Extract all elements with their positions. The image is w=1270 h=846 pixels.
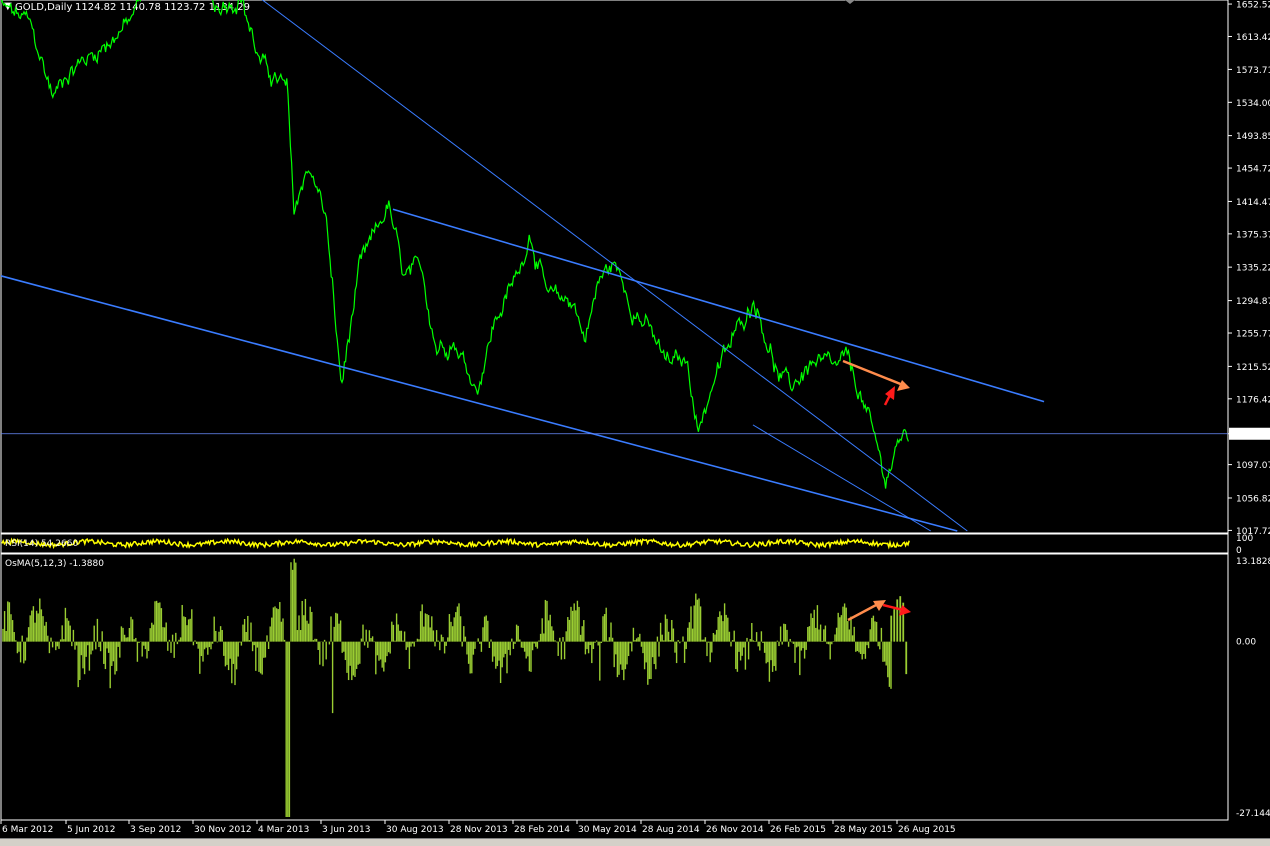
y-tick-label: 1134.29 [1234, 430, 1270, 440]
y-tick-label: 1176.42 [1236, 395, 1270, 405]
x-tick-label: 28 Feb 2014 [514, 825, 570, 835]
osma-pane-frame [0, 553, 1229, 821]
y-tick-label: 1613.42 [1236, 33, 1270, 43]
osma-y-label: 0.00 [1236, 638, 1256, 648]
x-tick-label: 26 Nov 2014 [706, 825, 764, 835]
gold-daily-chart: ▼ GOLD,Daily 1124.82 1140.78 1123.72 113… [0, 0, 1270, 835]
y-tick-label: 1454.72 [1236, 165, 1270, 175]
y-tick-label: 1056.82 [1236, 494, 1270, 504]
rsi-label: RSI(14) 54.2660 [5, 539, 78, 549]
y-axis-rsi: 1000 [1236, 534, 1253, 556]
y-tick-label: 1215.52 [1236, 363, 1270, 373]
rsi-y-label: 100 [1236, 534, 1253, 544]
osma-y-label: -27.1445 [1236, 809, 1270, 819]
x-tick-label: 28 May 2015 [834, 825, 893, 835]
x-tick-label: 6 Mar 2012 [2, 825, 53, 835]
y-tick-label: 1255.77 [1236, 330, 1270, 340]
y-tick-label: 1652.52 [1236, 1, 1270, 11]
y-tick-label: 1294.87 [1236, 297, 1270, 307]
y-axis-main: 1652.52 1613.42 1573.71 1534.00 1493.85 1454.… [1228, 1, 1270, 537]
x-tick-label: 28 Nov 2013 [450, 825, 508, 835]
x-axis: 6 Mar 2012 5 Jun 2012 3 Sep 2012 30 Nov 201… [0, 820, 956, 835]
y-tick-label: 1375.37 [1236, 230, 1270, 240]
y-tick-label: 1097.07 [1236, 461, 1270, 471]
x-tick-label: 30 Aug 2013 [386, 825, 444, 835]
main-pane-frame [0, 0, 1229, 534]
y-tick-label: 1573.71 [1236, 66, 1270, 76]
osma-y-label: 13.1828 [1236, 557, 1270, 567]
x-tick-label: 3 Sep 2012 [130, 825, 181, 835]
y-tick-label: 1534.00 [1236, 99, 1270, 109]
rsi-pane-frame [0, 533, 1229, 554]
x-tick-label: 3 Jun 2013 [322, 825, 370, 835]
rsi-y-label: 0 [1236, 546, 1242, 556]
x-tick-label: 30 Nov 2012 [194, 825, 252, 835]
x-tick-label: 28 Aug 2014 [642, 825, 700, 835]
osma-label: OsMA(5,12,3) -1.3880 [5, 559, 104, 569]
y-tick-label: 1414.47 [1236, 198, 1270, 208]
x-tick-label: 26 Feb 2015 [770, 825, 826, 835]
x-tick-label: 30 May 2014 [578, 825, 637, 835]
x-tick-label: 26 Aug 2015 [898, 825, 956, 835]
y-tick-label: 1335.22 [1236, 264, 1270, 274]
x-tick-label: 4 Mar 2013 [258, 825, 309, 835]
x-tick-label: 5 Jun 2012 [67, 825, 115, 835]
y-axis-osma: 13.1828 0.00 -27.1445 [1236, 557, 1270, 819]
y-tick-label: 1493.85 [1236, 132, 1270, 142]
